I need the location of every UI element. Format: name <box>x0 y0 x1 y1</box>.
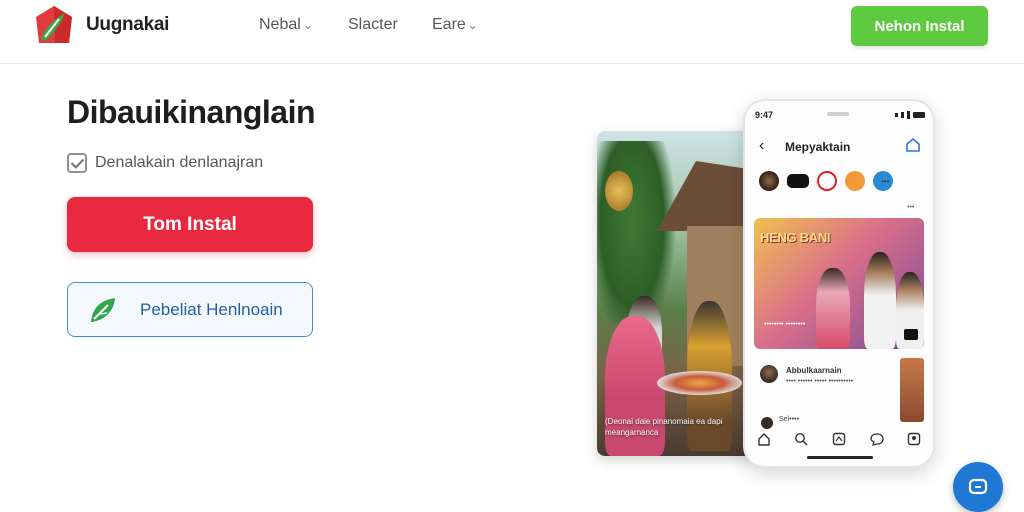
phone-mockup: 9:47 ‹ Mepyaktain ••• ••• HENG BANI ••••… <box>743 99 935 468</box>
featured-title: HENG BANI <box>760 230 831 245</box>
secondary-button-label: Pebeliat Henlnoain <box>140 299 283 319</box>
home-icon[interactable] <box>757 432 771 446</box>
person-figure <box>816 268 850 349</box>
checkbox-icon <box>67 153 87 173</box>
post-thumbnail <box>900 358 924 422</box>
featured-post[interactable]: HENG BANI •••••••• •••••••• <box>754 218 924 349</box>
speaker-notch <box>827 112 849 116</box>
home-indicator <box>807 456 873 459</box>
header-install-button[interactable]: Nehon Instal <box>851 6 988 46</box>
nav-label: Nebal <box>259 16 301 33</box>
brand-name[interactable]: Uugnakai <box>86 14 169 36</box>
logo-icon[interactable] <box>35 5 73 45</box>
check-label: Denalakain denlanajran <box>95 154 264 171</box>
nav-item-eare[interactable]: Eare ⌄ <box>432 16 478 34</box>
status-time: 9:47 <box>755 110 774 120</box>
top-header: Uugnakai Nebal ⌄ Slacter Eare ⌄ Nehon In… <box>0 0 1024 64</box>
chevron-down-icon: ⌄ <box>302 18 313 32</box>
search-icon[interactable] <box>794 432 808 446</box>
food-plate <box>657 371 742 395</box>
feed-post[interactable]: Abbulkaarnain •••• •••••• ••••• ••••••••… <box>754 358 924 422</box>
post-text: •••• •••••• ••••• •••••••••• <box>786 378 854 385</box>
post-author: Sel•••• <box>779 416 799 423</box>
install-button[interactable]: Tom Instal <box>67 197 313 252</box>
nav-label: Eare <box>432 16 466 33</box>
stories-label: ••• <box>881 177 890 186</box>
chat-support-button[interactable] <box>953 462 1003 512</box>
profile-icon[interactable] <box>907 432 921 446</box>
share-icon[interactable] <box>905 137 921 153</box>
stories-row <box>759 171 893 191</box>
nav-item-nebal[interactable]: Nebal ⌄ <box>259 16 313 34</box>
story-badge[interactable] <box>787 174 809 188</box>
status-icons <box>895 110 925 120</box>
person-figure <box>864 252 896 349</box>
app-bar: ‹ Mepyaktain <box>745 131 933 161</box>
avatar <box>760 365 778 383</box>
chat-bubble-icon <box>968 478 988 495</box>
story-avatar[interactable] <box>759 171 779 191</box>
nav-label: Slacter <box>348 16 398 33</box>
nav-item-slacter[interactable]: Slacter <box>348 16 398 34</box>
story-avatar[interactable] <box>845 171 865 191</box>
stories-sub: ••• <box>907 204 915 211</box>
hero-title: Dibauikinanglain <box>67 94 316 130</box>
leaf-icon <box>91 297 115 322</box>
post-author: Abbulkaarnain <box>786 366 842 375</box>
video-icon[interactable] <box>904 329 918 340</box>
story-avatar[interactable] <box>817 171 837 191</box>
app-title: Mepyaktain <box>785 140 851 154</box>
chat-icon[interactable] <box>869 432 884 446</box>
back-arrow-icon[interactable]: ‹ <box>759 137 764 155</box>
photo-caption: (Deonai daie pinanomaia ea dapi meangarn… <box>605 417 723 437</box>
bottom-tab-bar <box>745 426 933 452</box>
add-icon[interactable] <box>832 432 846 446</box>
featured-subtitle: •••••••• •••••••• <box>764 321 806 328</box>
lantern-ornament <box>605 171 633 211</box>
chevron-down-icon: ⌄ <box>467 18 478 32</box>
secondary-button[interactable]: Pebeliat Henlnoain <box>67 282 313 337</box>
feature-check-row: Denalakain denlanajran <box>67 153 263 173</box>
